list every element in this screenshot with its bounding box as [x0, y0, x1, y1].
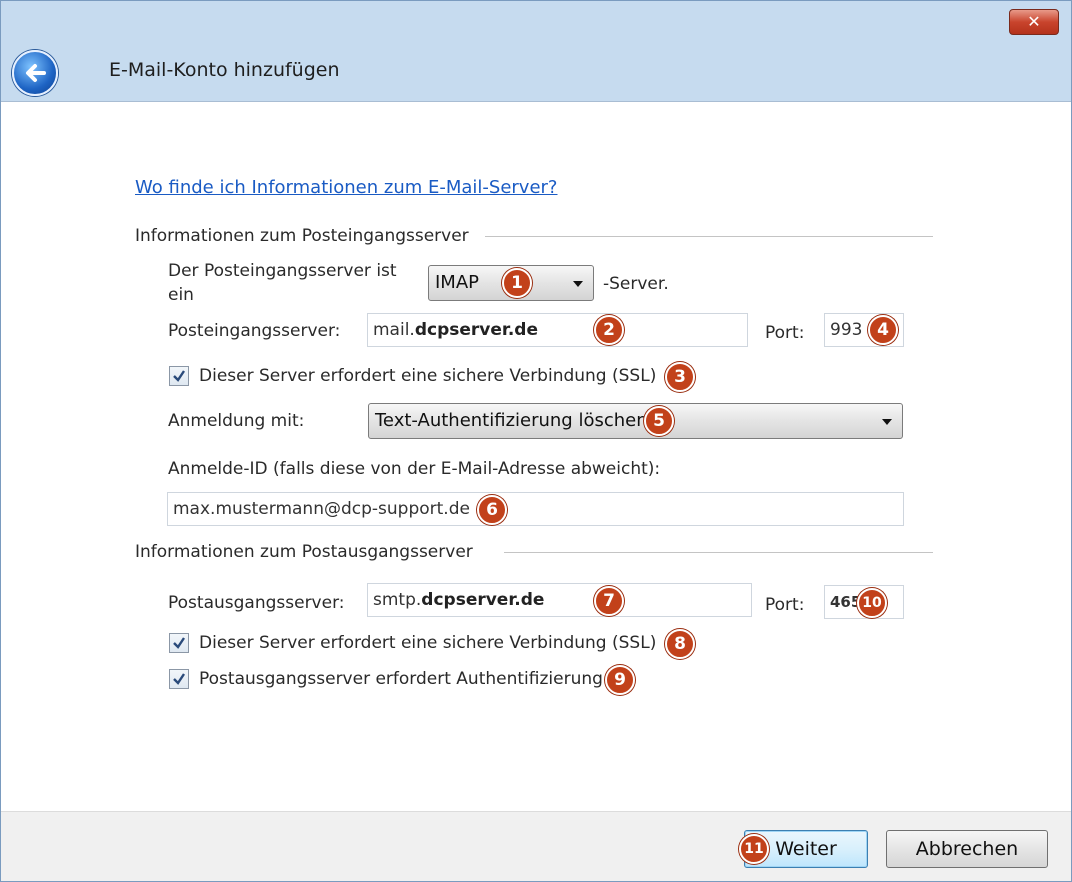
cancel-button[interactable]: Abbrechen	[886, 830, 1048, 868]
dialog-window: ✕ E-Mail-Konto hinzufügen Wo finde ich I…	[0, 0, 1072, 882]
login-method-value: Text-Authentifizierung löschen	[375, 410, 648, 431]
check-icon	[173, 637, 185, 649]
server-type-label: Der Posteingangsserver ist ein	[168, 259, 397, 307]
step-badge-8: 8	[665, 629, 695, 659]
back-arrow-icon	[26, 64, 46, 82]
outgoing-server-label: Postausgangsserver:	[168, 593, 345, 613]
outgoing-group-label: Informationen zum Postausgangsserver	[135, 542, 473, 562]
server-type-label-line2: ein	[168, 285, 194, 305]
step-badge-5: 5	[644, 406, 674, 436]
incoming-group-divider	[485, 236, 933, 237]
outgoing-auth-label: Postausgangsserver erfordert Authentifiz…	[199, 669, 603, 689]
close-button[interactable]: ✕	[1009, 9, 1059, 35]
step-badge-6: 6	[477, 495, 507, 525]
outgoing-server-input[interactable]: smtp.dcpserver.de	[367, 583, 752, 617]
server-type-suffix: -Server.	[603, 274, 669, 294]
login-id-input[interactable]: max.mustermann@dcp-support.de	[167, 492, 904, 526]
check-icon	[173, 673, 185, 685]
close-icon: ✕	[1027, 12, 1041, 31]
outgoing-server-domain: dcpserver.de	[421, 590, 545, 610]
step-badge-1: 1	[502, 268, 532, 298]
window-title: E-Mail-Konto hinzufügen	[109, 59, 340, 81]
incoming-server-label: Posteingangsserver:	[168, 321, 341, 341]
server-type-label-line1: Der Posteingangsserver ist	[168, 261, 397, 281]
outgoing-ssl-checkbox[interactable]	[169, 633, 189, 653]
incoming-server-prefix: mail.	[373, 320, 415, 340]
chevron-down-icon	[573, 281, 583, 287]
outgoing-port-label: Port:	[765, 595, 805, 615]
incoming-group-label: Informationen zum Posteingangsserver	[135, 226, 469, 246]
step-badge-2: 2	[594, 315, 624, 345]
login-id-label: Anmelde-ID (falls diese von der E-Mail-A…	[168, 459, 661, 479]
chevron-down-icon	[882, 419, 892, 425]
login-method-select[interactable]: Text-Authentifizierung löschen	[368, 403, 903, 439]
step-badge-9: 9	[605, 665, 635, 695]
step-badge-10: 10	[857, 588, 887, 618]
incoming-server-domain: dcpserver.de	[414, 320, 539, 340]
help-link[interactable]: Wo finde ich Informationen zum E-Mail-Se…	[135, 177, 558, 198]
step-badge-3: 3	[665, 362, 695, 392]
step-badge-7: 7	[594, 586, 624, 616]
step-badge-4: 4	[868, 315, 898, 345]
login-method-label: Anmeldung mit:	[168, 411, 305, 431]
outgoing-ssl-label: Dieser Server erfordert eine sichere Ver…	[199, 633, 657, 653]
outgoing-server-prefix: smtp.	[373, 590, 422, 610]
incoming-ssl-label: Dieser Server erfordert eine sichere Ver…	[199, 366, 657, 386]
incoming-ssl-checkbox[interactable]	[169, 366, 189, 386]
step-badge-11: 11	[739, 834, 769, 864]
check-icon	[173, 370, 185, 382]
incoming-server-input[interactable]: mail.dcpserver.de	[367, 313, 748, 347]
outgoing-auth-checkbox[interactable]	[169, 669, 189, 689]
title-bar: ✕ E-Mail-Konto hinzufügen	[1, 1, 1071, 102]
next-button-label: Weiter	[775, 838, 837, 860]
incoming-port-label: Port:	[765, 323, 805, 343]
cancel-button-label: Abbrechen	[915, 838, 1019, 860]
outgoing-group-divider	[504, 552, 933, 553]
server-type-value: IMAP	[435, 272, 480, 293]
back-button[interactable]	[12, 50, 58, 96]
